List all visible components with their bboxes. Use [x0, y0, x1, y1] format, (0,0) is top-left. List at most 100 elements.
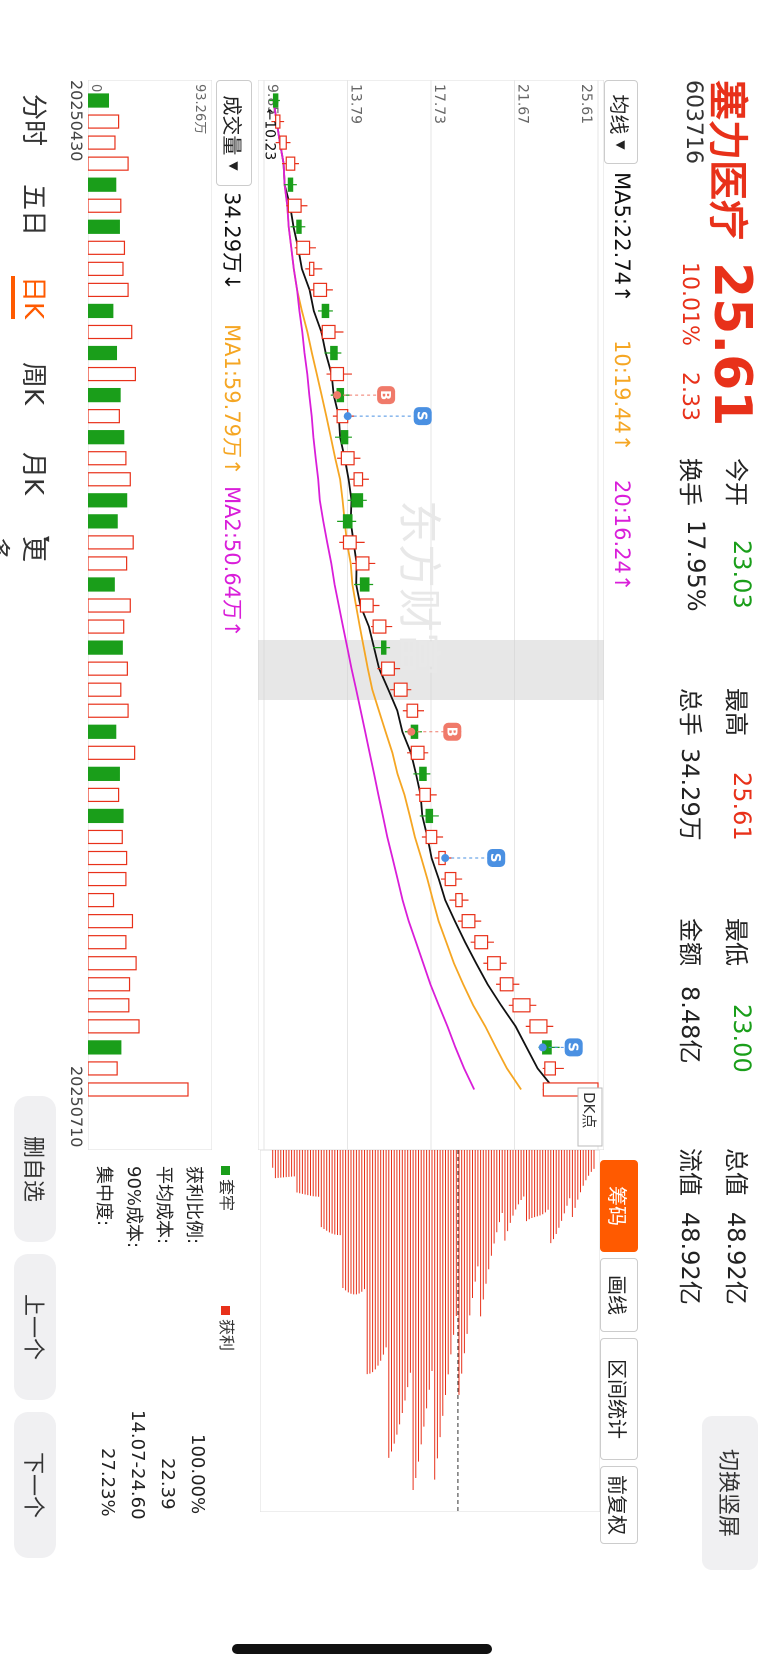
- legend-trapped-label: 套牢: [217, 1179, 236, 1212]
- tab-range-stats[interactable]: 区间统计: [600, 1338, 638, 1460]
- candle: [486, 956, 501, 971]
- legend-trapped-swatch: [221, 1166, 230, 1175]
- volume-bar: [88, 745, 136, 760]
- remove-watchlist-button[interactable]: 删自选: [14, 1096, 56, 1242]
- low-value: 23.00: [728, 1004, 756, 1073]
- tab-chip[interactable]: 筹码: [600, 1160, 638, 1252]
- candle: [544, 1061, 557, 1076]
- float-value-label: 流值: [676, 1148, 704, 1196]
- sell-marker-letter: S: [414, 411, 429, 420]
- candle: [353, 472, 364, 487]
- vol-value: 34.29万↓: [220, 192, 244, 291]
- volume-bar: [88, 914, 134, 929]
- volume-bar: [88, 1061, 118, 1076]
- dk-point-label: DK点: [577, 1087, 603, 1147]
- volume-label: 总手: [676, 688, 704, 736]
- buy-marker-letter: B: [443, 727, 458, 737]
- ma5-label: MA5:22.74↑: [610, 172, 634, 303]
- tab-forward-adjust[interactable]: 前复权: [600, 1466, 638, 1544]
- high-label: 最高: [722, 688, 750, 736]
- candle: [372, 619, 387, 634]
- ma-selector[interactable]: 均线 ▼: [604, 80, 638, 164]
- concentration-value: 27.23%: [97, 1448, 118, 1517]
- candle: [529, 1019, 548, 1034]
- avg-cost-value: 22.39: [157, 1458, 178, 1510]
- tab-weekly-k[interactable]: 周K: [17, 362, 54, 405]
- candle: [296, 240, 311, 255]
- volume-bar: [88, 261, 124, 276]
- buy-marker-letter: B: [377, 390, 392, 400]
- volume-bar: [88, 935, 127, 950]
- volume-bar: [88, 724, 117, 739]
- candle: [340, 451, 355, 466]
- candle: [455, 892, 463, 908]
- candle: [313, 282, 328, 298]
- stock-name: 塞力医疗: [704, 80, 750, 240]
- candle: [340, 430, 349, 445]
- sell-marker-dot: [343, 412, 352, 421]
- tab-intraday[interactable]: 分时: [17, 94, 54, 146]
- volume-bar: [88, 93, 110, 108]
- volume-bar: [88, 472, 131, 487]
- legend-trapped: 套牢: [216, 1166, 240, 1211]
- candle: [330, 366, 345, 382]
- next-button[interactable]: 下一个: [14, 1412, 56, 1558]
- amount-label: 金额: [676, 918, 704, 966]
- open-value: 23.03: [728, 540, 756, 609]
- volume-bar: [88, 198, 122, 213]
- volume-bar: [88, 703, 129, 718]
- tab-daily-k[interactable]: 日K: [11, 276, 54, 320]
- candle: [308, 261, 315, 276]
- candlestick-chart[interactable]: 25.6121.6717.7313.799.85←10.2325.61↓BSBS…: [258, 80, 604, 1150]
- candle: [512, 998, 531, 1013]
- candle: [296, 219, 302, 234]
- volume-bar: [88, 766, 120, 781]
- low-label: 最低: [722, 918, 750, 966]
- float-value: 48.92亿: [676, 1212, 704, 1305]
- candle: [287, 177, 294, 192]
- tab-monthly-k[interactable]: 月K: [17, 452, 54, 495]
- cost90-label: 90%成本:: [123, 1166, 144, 1249]
- tab-draw-line[interactable]: 画线: [600, 1258, 638, 1332]
- chip-distribution-chart: [260, 1150, 600, 1512]
- ma20-label: 20:16.24↑: [610, 480, 634, 592]
- volume-bar: [88, 514, 118, 529]
- caret-down-icon: ▾: [40, 536, 54, 543]
- candle: [351, 493, 364, 508]
- turnover-label: 换手: [676, 458, 704, 506]
- price-axis-label: 25.61: [578, 84, 594, 124]
- price-axis-label: 21.67: [515, 84, 531, 124]
- previous-button[interactable]: 上一个: [14, 1254, 56, 1400]
- ma10-label: 10:19.44↑: [610, 340, 634, 452]
- volume-bar: [88, 577, 115, 592]
- end-date: 20250710: [67, 1066, 86, 1148]
- open-label: 今开: [722, 458, 750, 506]
- amount-value: 8.48亿: [676, 986, 704, 1064]
- buy-marker-dot: [407, 727, 416, 736]
- volume-chart[interactable]: 93.26万 0: [88, 80, 212, 1150]
- price-axis-label: 13.79: [348, 84, 364, 124]
- legend-profit-swatch: [221, 1306, 230, 1315]
- volume-bar: [88, 324, 133, 340]
- volume-axis-bottom: 0: [88, 84, 103, 92]
- home-indicator: [232, 1644, 492, 1654]
- tab-five-day[interactable]: 五日: [17, 184, 54, 236]
- avg-cost-label: 平均成本:: [153, 1166, 174, 1245]
- switch-portrait-button[interactable]: 切换竖屏: [702, 1416, 758, 1570]
- candle: [444, 871, 457, 887]
- volume-bar: [88, 303, 114, 319]
- candle: [330, 345, 338, 361]
- candle: [279, 135, 287, 150]
- candle: [406, 703, 419, 718]
- volume-bar: [88, 977, 131, 992]
- volume-selector[interactable]: 成交量 ▼: [216, 80, 252, 186]
- sell-marker-dot: [538, 1043, 547, 1052]
- volume-bar: [88, 282, 129, 298]
- candle: [499, 977, 514, 992]
- candle: [272, 93, 279, 108]
- volume-value: 34.29万: [676, 748, 704, 841]
- legend-profit-label: 获利: [217, 1319, 236, 1352]
- buy-marker-dot: [333, 391, 342, 400]
- volume-bar: [88, 871, 127, 887]
- volume-bar: [88, 556, 128, 571]
